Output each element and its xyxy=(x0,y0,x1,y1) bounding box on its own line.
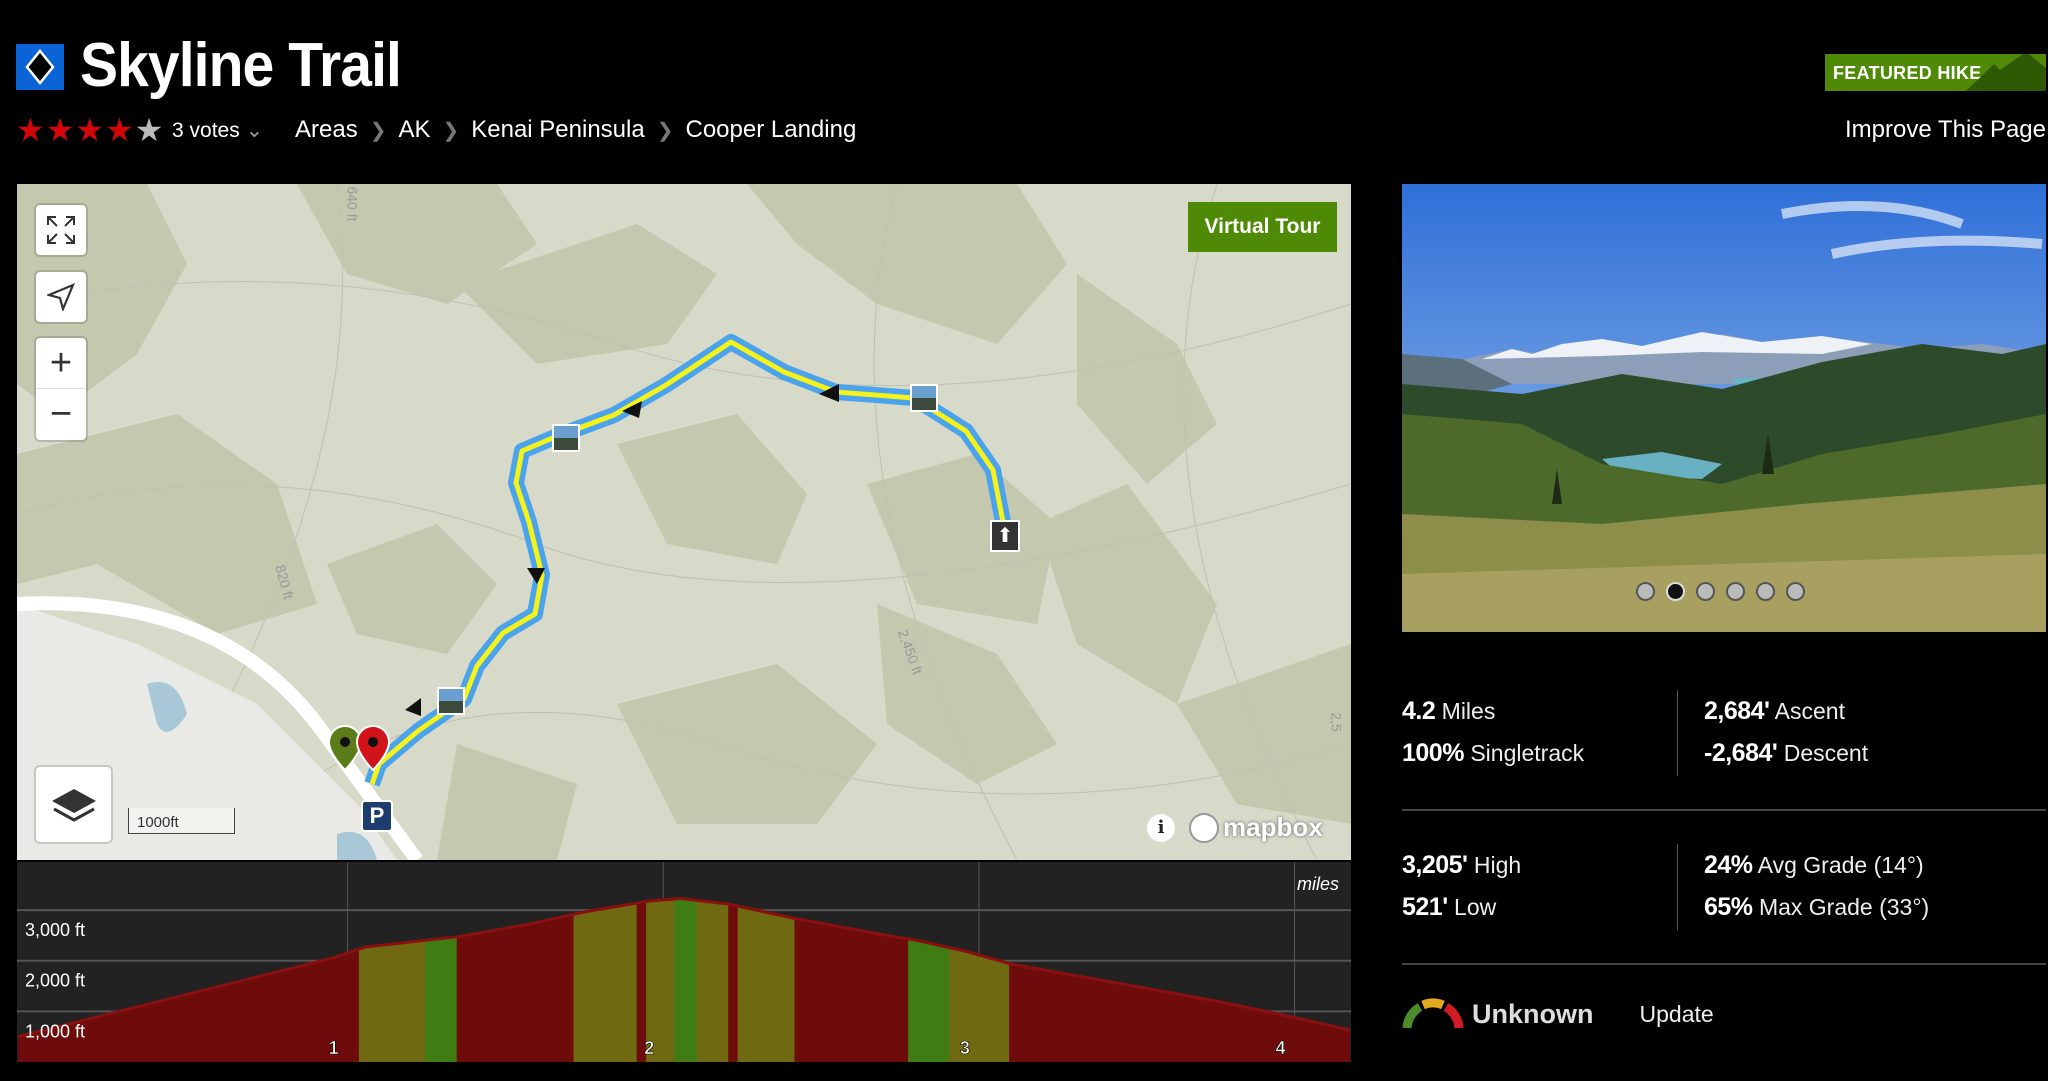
carousel-dot-active[interactable] xyxy=(1666,582,1685,601)
star-icon[interactable]: ★ xyxy=(16,114,45,146)
x-tick-label: 2 xyxy=(644,1038,654,1058)
mapbox-wordmark: mapbox xyxy=(1223,812,1323,842)
difficulty-blue-diamond-icon xyxy=(16,44,64,90)
stat-miles: 4.2 Miles xyxy=(1402,697,1496,725)
map-pins[interactable] xyxy=(327,724,397,774)
conditions: Unknown Update xyxy=(1402,998,1714,1030)
page-title: Skyline Trail xyxy=(80,31,402,100)
x-tick-label: 3 xyxy=(960,1038,970,1058)
mountain-icon xyxy=(1966,54,2046,91)
zoom-in-icon[interactable]: + xyxy=(36,339,86,389)
breadcrumb-cooper-landing[interactable]: Cooper Landing xyxy=(685,116,856,144)
zoom-control: + − xyxy=(36,338,86,440)
x-axis-label: miles xyxy=(1297,874,1339,894)
carousel-dot[interactable] xyxy=(1696,582,1715,601)
fullscreen-icon xyxy=(47,216,75,244)
breadcrumb-areas[interactable]: Areas xyxy=(295,116,358,144)
layers-button[interactable] xyxy=(36,767,111,842)
contour-label: 640 ft xyxy=(344,186,361,222)
stat-max-grade: 65% Max Grade (33°) xyxy=(1704,893,1930,921)
stat-descent: -2,684' Descent xyxy=(1704,739,1869,767)
trail-photo[interactable] xyxy=(1402,184,2046,632)
conditions-status: Unknown xyxy=(1472,998,1594,1029)
trail-map[interactable]: 640 ft 820 ft 2,450 ft 2,5 ⬆ P + − 1000f… xyxy=(17,184,1351,860)
star-icon[interactable]: ★ xyxy=(135,114,164,146)
breadcrumb: Areas ❯ AK ❯ Kenai Peninsula ❯ Cooper La… xyxy=(295,116,856,144)
stat-singletrack: 100% Singletrack xyxy=(1402,739,1585,767)
stats-distance: 4.2 Miles 100% Singletrack xyxy=(1402,690,1584,774)
photo-carousel-dots xyxy=(1636,582,1805,601)
photo-marker-icon[interactable] xyxy=(552,424,580,452)
stat-avg-grade: 24% Avg Grade (14°) xyxy=(1704,851,1924,879)
update-conditions-link[interactable]: Update xyxy=(1640,1001,1714,1028)
chevron-right-icon: ❯ xyxy=(442,119,460,142)
votes-label: 3 votes xyxy=(172,119,240,142)
zoom-out-icon[interactable]: − xyxy=(36,389,86,439)
end-pin-icon xyxy=(355,724,391,772)
scale-bar: 1000ft xyxy=(128,808,235,834)
virtual-tour-button[interactable]: Virtual Tour xyxy=(1188,202,1337,252)
stat-ascent: 2,684' Ascent xyxy=(1704,697,1845,725)
fullscreen-button[interactable] xyxy=(36,205,86,255)
y-tick-label: 1,000 ft xyxy=(25,1021,85,1041)
y-tick-label: 2,000 ft xyxy=(25,971,85,991)
chevron-down-icon: ⌄ xyxy=(245,119,264,142)
elevation-chart[interactable]: 1,000 ft 2,000 ft 3,000 ft 1 2 3 4 miles xyxy=(17,862,1351,1062)
carousel-dot[interactable] xyxy=(1636,582,1655,601)
mapbox-logo[interactable]: mapbox xyxy=(1189,812,1323,843)
stat-high: 3,205' High xyxy=(1402,851,1522,879)
votes-dropdown[interactable]: 3 votes ⌄ xyxy=(172,118,263,143)
breadcrumb-kenai-peninsula[interactable]: Kenai Peninsula xyxy=(471,116,644,144)
info-icon[interactable]: i xyxy=(1147,814,1175,842)
mapbox-icon xyxy=(1189,812,1219,843)
hiker-trailhead-icon[interactable]: ⬆ xyxy=(990,520,1020,552)
featured-hike-badge: FEATURED HIKE xyxy=(1825,54,2046,91)
x-tick-label: 4 xyxy=(1276,1038,1286,1058)
divider xyxy=(1677,690,1678,776)
breadcrumb-ak[interactable]: AK xyxy=(398,116,430,144)
carousel-dot[interactable] xyxy=(1756,582,1775,601)
divider xyxy=(1402,809,2046,811)
star-icon[interactable]: ★ xyxy=(105,114,134,146)
stats-elevation-change: 2,684' Ascent -2,684' Descent xyxy=(1704,690,1868,774)
photo-marker-icon[interactable] xyxy=(437,687,465,715)
contour-label: 2,5 xyxy=(1328,712,1345,732)
star-rating[interactable]: ★ ★ ★ ★ ★ xyxy=(16,114,163,146)
locate-icon xyxy=(47,283,75,311)
chevron-right-icon: ❯ xyxy=(656,119,674,142)
photo-marker-icon[interactable] xyxy=(910,384,938,412)
chevron-right-icon: ❯ xyxy=(369,119,387,142)
locate-button[interactable] xyxy=(36,272,86,322)
stat-low: 521' Low xyxy=(1402,893,1497,921)
start-pin-icon xyxy=(327,724,363,772)
improve-page-link[interactable]: Improve This Page xyxy=(1845,116,2046,144)
x-tick-label: 1 xyxy=(329,1038,339,1058)
featured-label: FEATURED HIKE xyxy=(1833,63,1982,83)
stats-grade: 24% Avg Grade (14°) 65% Max Grade (33°) xyxy=(1704,844,1929,928)
parking-icon[interactable]: P xyxy=(361,800,393,832)
stats-elevation: 3,205' High 521' Low xyxy=(1402,844,1521,928)
divider xyxy=(1677,844,1678,930)
arrow-icon xyxy=(405,698,421,716)
y-tick-label: 3,000 ft xyxy=(25,920,85,940)
carousel-dot[interactable] xyxy=(1726,582,1745,601)
divider xyxy=(1402,963,2046,965)
conditions-gauge-icon xyxy=(1402,998,1464,1029)
star-icon[interactable]: ★ xyxy=(75,114,104,146)
layers-icon xyxy=(51,788,96,822)
carousel-dot[interactable] xyxy=(1786,582,1805,601)
map-terrain xyxy=(17,184,1351,860)
star-icon[interactable]: ★ xyxy=(46,114,75,146)
